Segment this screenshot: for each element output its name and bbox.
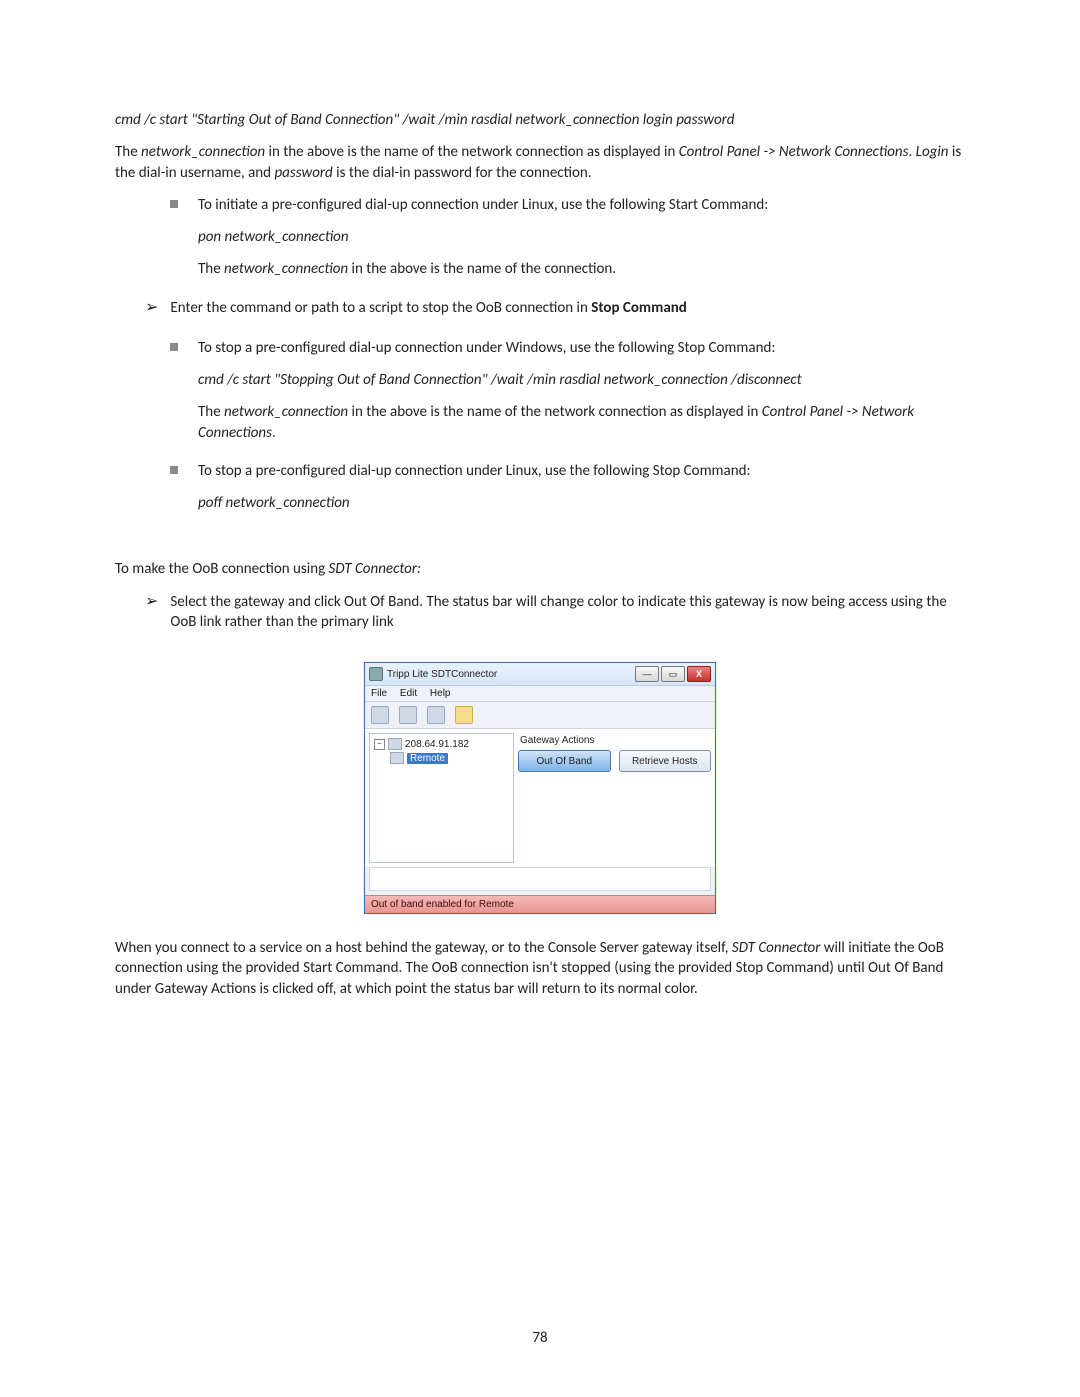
text-italic: network_connection xyxy=(224,260,348,278)
embedded-screenshot: Tripp Lite SDTConnector — ▭ X File Edit … xyxy=(115,662,965,914)
body-text: To stop a pre-configured dial-up connect… xyxy=(198,338,965,358)
body-text: The network_connection in the above is t… xyxy=(198,259,965,279)
gateway-icon xyxy=(388,738,402,750)
command-text: cmd /c start "Starting Out of Band Conne… xyxy=(115,110,965,130)
toolbar-icon[interactable] xyxy=(427,706,445,724)
command-text: pon network_connection xyxy=(198,227,965,247)
arrow-bullet-item: ➢ Enter the command or path to a script … xyxy=(145,298,965,330)
close-button[interactable]: X xyxy=(687,666,711,682)
window-titlebar: Tripp Lite SDTConnector — ▭ X xyxy=(365,663,715,686)
toolbar-icon[interactable] xyxy=(455,706,473,724)
text: The xyxy=(198,403,224,421)
text: To make the OoB connection using xyxy=(115,560,329,578)
body-text: Enter the command or path to a script to… xyxy=(170,298,965,318)
document-page: cmd /c start "Starting Out of Band Conne… xyxy=(0,0,1080,1397)
minimize-button[interactable]: — xyxy=(635,666,659,682)
body-text: When you connect to a service on a host … xyxy=(115,938,965,999)
gateway-tree[interactable]: − 208.64.91.182 Remote xyxy=(369,733,514,863)
bullet-item: To stop a pre-configured dial-up connect… xyxy=(170,461,965,526)
text-italic: network_connection xyxy=(224,403,348,421)
window-title: Tripp Lite SDTConnector xyxy=(387,669,497,680)
text-italic: Login xyxy=(916,143,949,161)
page-number: 78 xyxy=(0,1329,1080,1347)
host-icon xyxy=(390,752,404,764)
app-window: Tripp Lite SDTConnector — ▭ X File Edit … xyxy=(364,662,716,914)
arrow-bullet-icon: ➢ xyxy=(145,298,158,319)
bullet-item: To stop a pre-configured dial-up connect… xyxy=(170,338,965,455)
text-italic: SDT Connector: xyxy=(329,560,421,578)
body-text: To initiate a pre-configured dial-up con… xyxy=(198,195,965,215)
text: The xyxy=(115,143,141,161)
out-of-band-button[interactable]: Out Of Band xyxy=(518,750,611,772)
text: When you connect to a service on a host … xyxy=(115,939,732,957)
square-bullet-icon xyxy=(170,200,178,208)
square-bullet-icon xyxy=(170,343,178,351)
text: in the above is the name of the network … xyxy=(265,143,679,161)
text: The xyxy=(198,260,224,278)
square-bullet-icon xyxy=(170,466,178,474)
toolbar-icon[interactable] xyxy=(371,706,389,724)
tree-node-gateway[interactable]: − 208.64.91.182 xyxy=(374,738,509,750)
menu-bar: File Edit Help xyxy=(365,686,715,702)
text-italic: SDT Connector xyxy=(732,939,820,957)
tree-expand-icon[interactable]: − xyxy=(374,739,385,750)
command-text: cmd /c start "Stopping Out of Band Conne… xyxy=(198,370,965,390)
text: in the above is the name of the network … xyxy=(348,403,762,421)
retrieve-hosts-button[interactable]: Retrieve Hosts xyxy=(619,750,712,772)
text: in the above is the name of the connecti… xyxy=(348,260,616,278)
menu-file[interactable]: File xyxy=(371,688,387,699)
text: is the dial-in password for the connecti… xyxy=(333,164,592,182)
toolbar xyxy=(365,702,715,729)
body-text: To stop a pre-configured dial-up connect… xyxy=(198,461,965,481)
text-italic: Control Panel -> Network Connections xyxy=(679,143,909,161)
menu-edit[interactable]: Edit xyxy=(400,688,417,699)
text: Enter the command or path to a script to… xyxy=(170,299,591,317)
text-italic: network_connection xyxy=(141,143,265,161)
arrow-bullet-item: ➢ Select the gateway and click Out Of Ba… xyxy=(145,592,965,645)
tree-label: 208.64.91.182 xyxy=(405,739,469,750)
body-text: The network_connection in the above is t… xyxy=(198,402,965,443)
panel-heading: Gateway Actions xyxy=(520,735,711,746)
maximize-button[interactable]: ▭ xyxy=(661,666,685,682)
bullet-item: To initiate a pre-configured dial-up con… xyxy=(170,195,965,292)
command-text: poff network_connection xyxy=(198,493,965,513)
body-text: To make the OoB connection using SDT Con… xyxy=(115,559,965,579)
body-text: The network_connection in the above is t… xyxy=(115,142,965,183)
text-italic: password xyxy=(274,164,332,182)
menu-help[interactable]: Help xyxy=(430,688,451,699)
text-bold: Stop Command xyxy=(591,299,687,317)
gateway-actions-panel: Gateway Actions Out Of Band Retrieve Hos… xyxy=(518,733,711,863)
text: . xyxy=(908,143,915,161)
status-bar: Out of band enabled for Remote xyxy=(365,895,715,913)
arrow-bullet-icon: ➢ xyxy=(145,592,158,613)
toolbar-icon[interactable] xyxy=(399,706,417,724)
text: . xyxy=(272,424,276,442)
tree-label-selected: Remote xyxy=(407,753,448,764)
body-text: Select the gateway and click Out Of Band… xyxy=(170,592,965,633)
lower-panel xyxy=(369,867,711,891)
app-icon xyxy=(369,667,383,681)
tree-node-host[interactable]: Remote xyxy=(390,752,509,764)
